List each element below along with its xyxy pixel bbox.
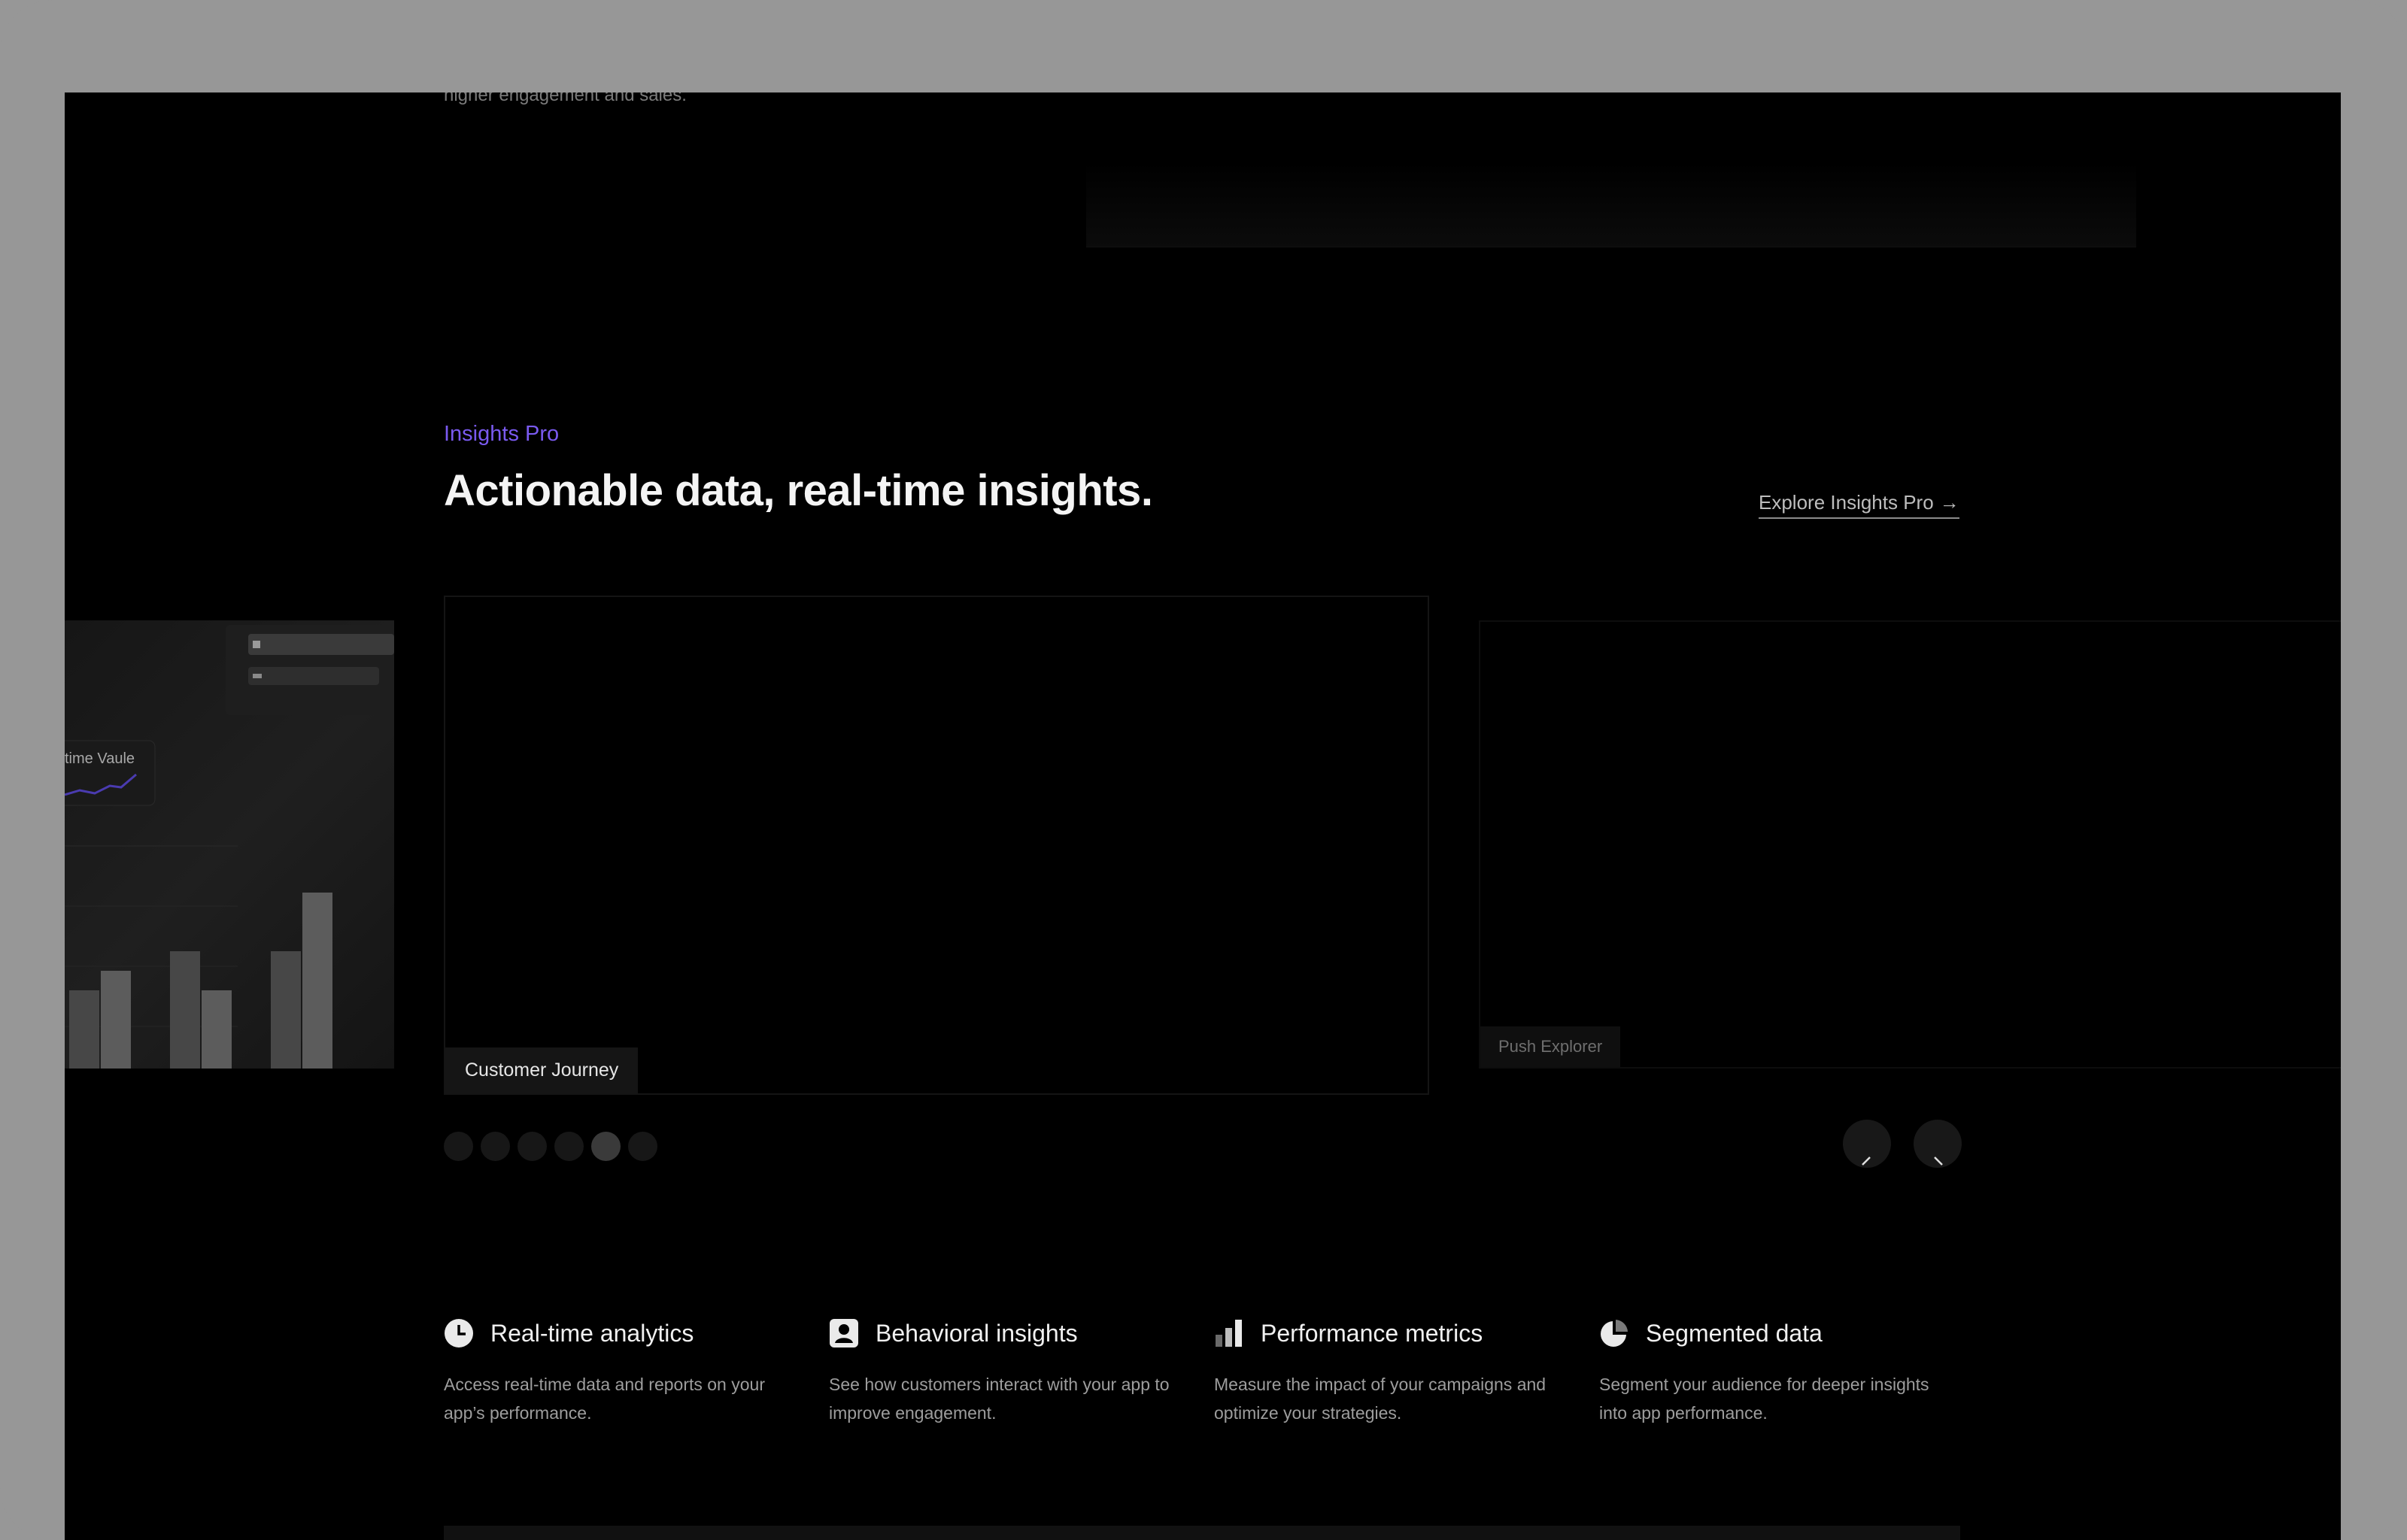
carousel-dot[interactable]: [628, 1132, 657, 1161]
feature-behavioral-insights: Behavioral insights See how customers in…: [829, 1314, 1190, 1427]
carousel-prev-button[interactable]: [1843, 1120, 1891, 1168]
preview-bar: [170, 951, 200, 1069]
pie-chart-icon: [1599, 1318, 1629, 1348]
carousel-dot[interactable]: [554, 1132, 584, 1161]
feature-segmented-data: Segmented data Segment your audience for…: [1599, 1314, 1960, 1427]
feature-description: Access real-time data and reports on you…: [444, 1375, 765, 1423]
slide-label: Customer Journey: [445, 1047, 639, 1093]
slide-label: Push Explorer: [1480, 1026, 1621, 1067]
arrow-right-icon: [1934, 1157, 1943, 1166]
feature-title: Behavioral insights: [876, 1319, 1078, 1347]
feature-description: Segment your audience for deeper insight…: [1599, 1375, 1929, 1423]
left-card-label: time Vaule: [65, 750, 135, 767]
section-eyebrow: Insights Pro: [444, 422, 560, 446]
user-card-icon: [829, 1318, 859, 1348]
carousel-dot[interactable]: [481, 1132, 510, 1161]
screen: higher engagement and sales. Insights Pr…: [65, 92, 2341, 1540]
explore-link-label: Explore Insights Pro: [1759, 491, 1934, 514]
preview-bar: [69, 990, 99, 1069]
feature-title: Real-time analytics: [490, 1319, 694, 1347]
arrow-left-icon: [1862, 1157, 1871, 1166]
feature-description: See how customers interact with your app…: [829, 1375, 1170, 1423]
carousel-slide-previous[interactable]: time Vaule: [65, 620, 394, 1069]
carousel-next-button[interactable]: [1914, 1120, 1962, 1168]
preview-bar: [101, 971, 131, 1069]
previous-section-image: [1086, 92, 2136, 247]
explore-insights-pro-link[interactable]: Explore Insights Pro →: [1759, 491, 1959, 519]
next-section-edge: [444, 1526, 1960, 1540]
bar-chart-icon: [1214, 1318, 1244, 1348]
arrow-right-icon: →: [1939, 491, 1959, 514]
feature-performance-metrics: Performance metrics Measure the impact o…: [1214, 1314, 1575, 1427]
carousel-dot[interactable]: [591, 1132, 621, 1161]
feature-realtime-analytics: Real-time analytics Access real-time dat…: [444, 1314, 805, 1427]
carousel-pagination: [444, 1132, 657, 1161]
carousel-dot[interactable]: [444, 1132, 473, 1161]
feature-description: Measure the impact of your campaigns and…: [1214, 1375, 1546, 1423]
preview-bar: [202, 990, 232, 1069]
feature-title: Performance metrics: [1261, 1319, 1483, 1347]
preview-bar: [302, 893, 332, 1069]
carousel-slide-active[interactable]: Customer Journey: [444, 596, 1429, 1095]
carousel-slide-next[interactable]: Push Explorer: [1479, 620, 2341, 1069]
analytics-preview-graphic: time Vaule: [65, 625, 394, 1069]
clock-icon: [444, 1318, 474, 1348]
previous-section-tagline: higher engagement and sales.: [444, 92, 687, 105]
device-frame: higher engagement and sales. Insights Pr…: [0, 0, 2407, 1540]
feature-title: Segmented data: [1646, 1319, 1823, 1347]
carousel-dot[interactable]: [518, 1132, 547, 1161]
preview-bar: [271, 951, 301, 1069]
section-headline: Actionable data, real-time insights.: [444, 466, 1153, 515]
